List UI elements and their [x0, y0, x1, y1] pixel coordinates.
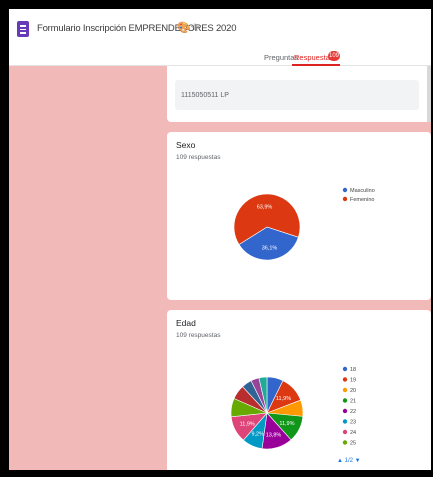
legend-pager-text: 1/2: [344, 458, 353, 464]
legend-label: 23: [350, 420, 356, 426]
slice-label: 13,8%: [266, 432, 282, 438]
screenshot-frame: Formulario Inscripción EMPRENDEDORES 202…: [0, 0, 433, 477]
legend-label: 19: [350, 378, 356, 384]
slice-label: 11,9%: [240, 421, 255, 427]
palette-icon[interactable]: 🎨: [177, 21, 191, 34]
legend-marker: [342, 440, 348, 445]
legend-marker: [342, 387, 348, 393]
previous-question-card: 1115050511 LP: [167, 66, 431, 122]
pie-chart-edad: 11,9% 11,9% 13,8%9,2% 11,9% 18 19 20 21 22 23 24 25: [230, 366, 356, 450]
answer-text: 1115050511 LP: [181, 92, 229, 99]
legend-label: 21: [350, 399, 356, 405]
slice-label: 11,9%: [276, 396, 291, 402]
legend-label: 20: [350, 388, 356, 394]
question-card-sexo: Sexo 109 respuestas 36,1% 63,9% Masculino F…: [167, 132, 431, 300]
chevron-up-icon[interactable]: ▲: [337, 458, 343, 464]
form-title[interactable]: Formulario Inscripción EMPRENDEDORES 202…: [37, 23, 236, 34]
star-icon[interactable]: ☆: [190, 21, 200, 34]
answer-item: 1115050511 LP: [175, 80, 419, 110]
legend-label: 18: [350, 367, 356, 373]
responses-count-badge: 109: [328, 51, 341, 61]
legend-label: 24: [350, 430, 356, 436]
scrollbar[interactable]: [427, 66, 431, 122]
slice-label: 63,9%: [257, 205, 273, 211]
forms-app: Formulario Inscripción EMPRENDEDORES 202…: [9, 9, 431, 470]
legend-marker: [342, 366, 348, 372]
google-forms-icon[interactable]: [17, 21, 29, 37]
legend-label: Femenino: [350, 197, 374, 203]
slice-label: 11,9%: [279, 421, 294, 427]
legend-label: 22: [350, 409, 356, 415]
legend-pager[interactable]: ▲ 1/2 ▼: [337, 458, 361, 464]
slice-label: 9,2%: [251, 431, 264, 437]
slice-label: 36,1%: [262, 245, 278, 251]
legend-label: 25: [350, 441, 356, 447]
legend-label: Masculino: [350, 188, 375, 194]
tab-bar: Preguntas Respuestas 109: [9, 51, 431, 66]
legend-marker: [342, 419, 348, 424]
legend-marker: [342, 377, 348, 382]
legend-marker: [342, 398, 348, 403]
top-bar: Formulario Inscripción EMPRENDEDORES 202…: [9, 9, 431, 66]
legend-marker: [342, 408, 348, 414]
pie-chart-sexo: 36,1% 63,9% Masculino Femenino: [233, 187, 375, 261]
legend-marker: [342, 429, 348, 435]
question-card-edad: Edad 109 respuestas 11,9% 11,9% 13,8% 9,2% 1…: [167, 310, 431, 470]
chevron-down-icon[interactable]: ▼: [355, 458, 361, 464]
legend-marker: [342, 187, 348, 193]
legend-marker: [342, 196, 348, 202]
